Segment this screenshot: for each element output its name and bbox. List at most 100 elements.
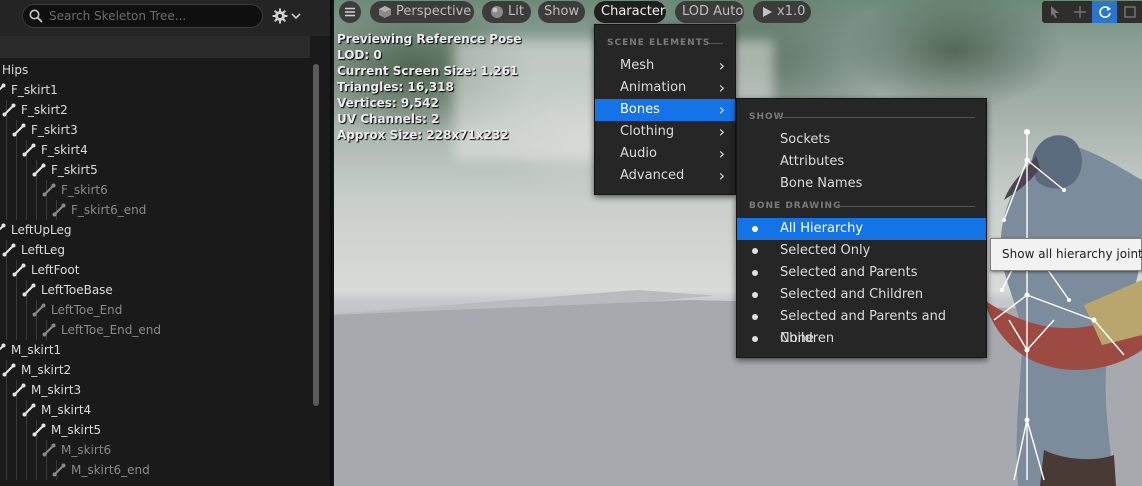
tree-row[interactable]: M_skirt1 xyxy=(0,340,312,360)
menu-item-advanced[interactable]: Advanced › xyxy=(595,165,735,187)
tree-row[interactable]: LeftUpLeg xyxy=(0,220,312,240)
tree-guide-line xyxy=(26,180,36,200)
chevron-right-icon: › xyxy=(718,56,725,75)
scale-tool-button[interactable] xyxy=(1117,1,1142,23)
bone-drawing-option[interactable]: Selected and Parents and Children xyxy=(737,306,986,346)
menu-item-label: Clothing xyxy=(620,124,675,139)
stat-line: Vertices: 9,542 xyxy=(337,96,439,110)
menu-item-label: Animation xyxy=(620,80,687,95)
sphere-icon xyxy=(491,6,503,18)
bone-drawing-label: All Hierarchy xyxy=(780,221,864,236)
menu-item-animation[interactable]: Animation › xyxy=(595,77,735,99)
skeleton-search-box[interactable] xyxy=(22,4,263,28)
cursor-icon xyxy=(1050,6,1059,18)
menu-item-clothing[interactable]: Clothing › xyxy=(595,121,735,143)
tree-guide-line xyxy=(36,460,46,480)
tree-row[interactable]: F_skirt6_end xyxy=(0,200,312,220)
tree-row[interactable]: F_skirt3 xyxy=(0,120,312,140)
character-button[interactable]: Character xyxy=(594,1,666,23)
tree-guide-line xyxy=(16,460,26,480)
tree-guide-line xyxy=(16,420,26,440)
bone-icon xyxy=(22,283,36,297)
bone-icon xyxy=(42,443,56,457)
perspective-button[interactable]: Perspective xyxy=(370,1,474,23)
bone-name: LeftToeBase xyxy=(41,283,113,297)
tree-row[interactable]: LeftToeBase xyxy=(0,280,312,300)
bone-name: F_skirt5 xyxy=(51,163,98,177)
tree-row[interactable]: F_skirt1 xyxy=(0,80,312,100)
bone-name: M_skirt4 xyxy=(41,403,92,417)
tree-row[interactable]: LeftFoot xyxy=(0,260,312,280)
viewport-stats: Previewing Reference Pose LOD: 0 Current S… xyxy=(337,31,522,143)
bone-name: Hips xyxy=(2,63,29,77)
lod-button[interactable]: LOD Auto xyxy=(675,1,744,23)
cube-icon xyxy=(379,6,391,18)
menu-item-audio[interactable]: Audio › xyxy=(595,143,735,165)
translate-tool-button[interactable] xyxy=(1067,1,1092,23)
tree-row[interactable]: M_skirt4 xyxy=(0,400,312,420)
section-divider xyxy=(835,206,975,207)
tree-row[interactable]: M_skirt6_end xyxy=(0,460,312,480)
show-option[interactable]: Attributes xyxy=(737,151,986,173)
playback-speed-button[interactable]: x1.0 xyxy=(753,1,811,23)
tree-scrollbar[interactable] xyxy=(313,64,319,406)
tree-row[interactable]: LeftLeg xyxy=(0,240,312,260)
tree-row[interactable]: Hips xyxy=(0,60,312,80)
menu-item-bones[interactable]: Bones › xyxy=(595,99,735,121)
tree-guide-line xyxy=(16,440,26,460)
bone-icon xyxy=(32,303,46,317)
tree-row[interactable]: F_skirt4 xyxy=(0,140,312,160)
show-option-label: Attributes xyxy=(780,154,845,169)
radio-dot-icon xyxy=(752,248,758,254)
chevron-down-icon xyxy=(291,13,301,20)
bone-drawing-label: None xyxy=(780,331,814,346)
show-button[interactable]: Show xyxy=(538,1,585,23)
menu-item-mesh[interactable]: Mesh › xyxy=(595,55,735,77)
bone-drawing-option[interactable]: Selected and Parents xyxy=(737,262,986,284)
bone-drawing-option[interactable]: Selected and Children xyxy=(737,284,986,306)
tree-row[interactable]: LeftToe_End xyxy=(0,300,312,320)
hierarchy-tooltip: Show all hierarchy joints xyxy=(990,238,1142,271)
radio-dot-icon xyxy=(752,226,758,232)
lit-button[interactable]: Lit xyxy=(482,1,531,23)
menu-item-label: Mesh xyxy=(620,58,655,73)
tree-guide-line xyxy=(26,200,36,220)
skeleton-search-input[interactable] xyxy=(49,7,254,25)
tree-row[interactable]: F_skirt6 xyxy=(0,180,312,200)
bone-name: LeftFoot xyxy=(31,263,80,277)
stat-line: Approx Size: 228x71x232 xyxy=(337,128,509,142)
tree-settings-button[interactable] xyxy=(272,6,312,26)
hamburger-icon xyxy=(345,7,355,17)
show-option[interactable]: Bone Names xyxy=(737,173,986,195)
tree-row[interactable]: F_skirt2 xyxy=(0,100,312,120)
bone-drawing-option[interactable]: Selected Only xyxy=(737,240,986,262)
tree-row[interactable]: F_skirt5 xyxy=(0,160,312,180)
skeleton-tree-rows: Hips F_skirt1 F_skirt2 F_skirt3 F_skirt4 F_sk… xyxy=(0,60,312,480)
select-tool-button[interactable] xyxy=(1042,1,1067,23)
chevron-right-icon: › xyxy=(718,144,725,163)
tree-row[interactable]: M_skirt6 xyxy=(0,440,312,460)
bone-drawing-label: Selected and Children xyxy=(780,287,924,302)
bone-drawing-option[interactable]: None xyxy=(737,328,986,350)
bone-icon xyxy=(12,263,26,277)
show-option[interactable]: Sockets xyxy=(737,129,986,151)
speed-label: x1.0 xyxy=(777,4,806,19)
bone-name: M_skirt3 xyxy=(31,383,82,397)
tree-row[interactable]: M_skirt2 xyxy=(0,360,312,380)
tree-row[interactable]: LeftToe_End_end xyxy=(0,320,312,340)
skeleton-tree-panel: Hips F_skirt1 F_skirt2 F_skirt3 F_skirt4 F_sk… xyxy=(0,0,332,486)
viewport-menu-button[interactable] xyxy=(339,1,361,23)
tree-guide-line xyxy=(6,200,16,220)
tree-row[interactable]: M_skirt5 xyxy=(0,420,312,440)
bone-icon xyxy=(52,203,66,217)
bone-icon xyxy=(42,183,56,197)
tree-row[interactable]: M_skirt3 xyxy=(0,380,312,400)
tree-guide-line xyxy=(26,320,36,340)
tree-guide-line xyxy=(6,280,16,300)
viewport-toolbar: Perspective Lit Show Character LOD Auto … xyxy=(334,0,1142,24)
bone-drawing-label: Selected Only xyxy=(780,243,871,258)
bone-name: LeftUpLeg xyxy=(11,223,72,237)
tree-guide-line xyxy=(6,460,16,480)
rotate-tool-button[interactable] xyxy=(1092,1,1117,23)
bone-drawing-option[interactable]: All Hierarchy xyxy=(737,218,986,240)
